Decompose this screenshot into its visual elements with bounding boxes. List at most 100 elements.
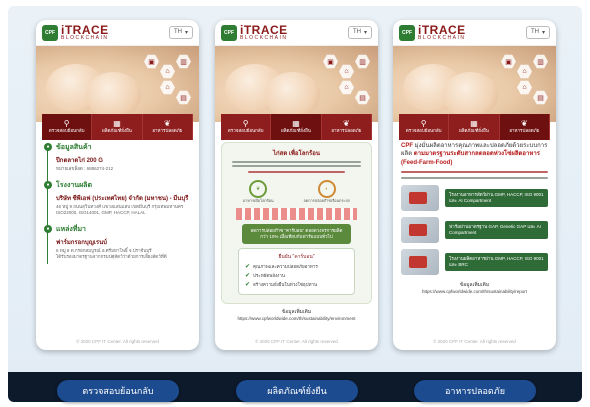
badge-row: ❦ อาหารเพื่อโลกร้อน ◐ ลดการปล่อยก๊าซเรือ… — [228, 177, 365, 204]
brand: iTRACE BLOCKCHAIN — [61, 24, 109, 41]
phone-screen-safety: CPF iTRACE BLOCKCHAIN TH ▾ ▣ ⌂ ▥ ⌂ ▤ ⚲ ต… — [393, 20, 556, 350]
check-label: ประหยัดพลังงาน — [253, 272, 285, 278]
farm-note: ได้รับรองมาตรฐานจากกรมปศุสัตว์ว่าด้วยการ… — [56, 254, 167, 260]
check-item: ✔ คุณภาพและความปลอดภัยอาหาร — [245, 263, 348, 270]
food-plant-text: โรงงานผลิตอาหารผ่าน GMP, HACCP, ISO 9001… — [445, 253, 548, 272]
farm-icon: ⌂ — [339, 64, 354, 79]
checklist: ยืนยัน "คาร์บอน" ✔ คุณภาพและความปลอดภัยอ… — [238, 247, 355, 295]
tab-trace[interactable]: ⚲ ตรวจสอบย้อนกลับ — [221, 114, 272, 140]
brand: iTRACE BLOCKCHAIN — [418, 24, 466, 41]
hero-image: ▣ ⌂ ▥ ⌂ ▤ — [36, 46, 199, 122]
footer: © 2020 CPF IT Center. All rights reserve… — [255, 339, 338, 344]
safety-button[interactable]: อาหารปลอดภัย — [414, 380, 536, 402]
tab-bar: ⚲ ตรวจสอบย้อนกลับ ▦ ผลิตภัณฑ์ยั่งยืน ❦ อ… — [399, 114, 550, 140]
home-icon: ⌂ — [339, 80, 354, 95]
badge-label: ลดการปล่อยก๊าซเรือนกระจก — [303, 199, 351, 203]
tab-sustain[interactable]: ▦ ผลิตภัณฑ์ยั่งยืน — [271, 114, 322, 140]
text-line — [232, 165, 361, 167]
more-info-link[interactable]: https://www.cpfworldwide.com/th/sustaina… — [401, 289, 548, 294]
tab-label: ผลิตภัณฑ์ยั่งยืน — [459, 128, 489, 134]
trace-icon: ⚲ — [420, 118, 427, 128]
phone-screen-trace: CPF iTRACE BLOCKCHAIN TH ▾ ▣ ⌂ ▥ ⌂ ▤ ⚲ ต… — [36, 20, 199, 350]
feed-mill-row: โรงงานอาหารสัตว์ผ่าน GMP, HACCP, ISO 900… — [401, 185, 548, 212]
building-icon: ▥ — [533, 54, 548, 69]
check-item: ✔ ประหยัดพลังงาน — [245, 272, 348, 279]
trace-icon: ⚲ — [63, 118, 70, 128]
footer: © 2020 CPF IT Center. All rights reserve… — [433, 339, 516, 344]
check-label: สร้างความยั่งยืนในห่วงโซ่อุปทาน — [253, 281, 318, 287]
farm-icon: ⌂ — [517, 64, 532, 79]
tab-label: ผลิตภัณฑ์ยั่งยืน — [281, 128, 311, 134]
chicken-image — [443, 72, 498, 118]
cart-icon: ▤ — [533, 90, 548, 105]
feed-mill-text: โรงงานอาหารสัตว์ผ่าน GMP, HACCP, ISO 900… — [445, 189, 548, 208]
tab-sustain[interactable]: ▦ ผลิตภัณฑ์ยั่งยืน — [92, 114, 143, 140]
farm-text: ฟาร์มผ่านมาตรฐาน GAP, Genetic GAP และ AI… — [445, 221, 548, 240]
cpf-logo: CPF — [399, 24, 415, 41]
check-icon: ✔ — [245, 281, 251, 288]
tab-safety[interactable]: ❦ อาหารปลอดภัย — [321, 114, 372, 140]
home-icon: ⌂ — [517, 80, 532, 95]
sustain-content: ไก่สด เพื่อโลกร้อน ❦ อาหารเพื่อโลกร้อน ◐… — [215, 142, 378, 321]
app-header: CPF iTRACE BLOCKCHAIN TH ▾ — [215, 20, 378, 46]
app-header: CPF iTRACE BLOCKCHAIN TH ▾ — [393, 20, 556, 46]
more-info-link[interactable]: https://www.cpfworldwide.com/th/sustaina… — [219, 316, 374, 321]
tab-label: อาหารปลอดภัย — [152, 128, 183, 134]
tab-safety[interactable]: ❦ อาหารปลอดภัย — [142, 114, 193, 140]
farm-row: ฟาร์มผ่านมาตรฐาน GAP, Genetic GAP และ AI… — [401, 217, 548, 244]
check-item: ✔ สร้างความยั่งยืนในห่วงโซ่อุปทาน — [245, 281, 348, 288]
text-line — [401, 177, 548, 180]
card-title: ไก่สด เพื่อโลกร้อน — [273, 151, 320, 157]
brand-subtitle: BLOCKCHAIN — [240, 35, 288, 41]
farm-title: แหล่งที่มา — [56, 226, 86, 234]
more-info: ข้อมูลเพิ่มเติม https://www.cpfworldwide… — [401, 281, 548, 294]
checklist-title: ยืนยัน "คาร์บอน" — [278, 253, 315, 260]
more-info-label: ข้อมูลเพิ่มเติม — [459, 282, 490, 289]
tab-trace[interactable]: ⚲ ตรวจสอบย้อนกลับ — [42, 114, 93, 140]
safety-lead: CPF มุ่งมั่นผลิตอาหารคุณภาพและปลอดภัยด้ว… — [401, 142, 548, 167]
tab-bar: ⚲ ตรวจสอบย้อนกลับ ▦ ผลิตภัณฑ์ยั่งยืน ❦ อ… — [221, 114, 372, 140]
hero-image: ▣ ⌂ ▥ ⌂ ▤ — [215, 46, 378, 122]
factory-name: บริษัท ซีพีเอฟ (ประเทศไทย) จำกัด (มหาชน)… — [56, 196, 189, 203]
language-select[interactable]: TH ▾ — [525, 26, 550, 39]
app-header: CPF iTRACE BLOCKCHAIN TH ▾ — [36, 20, 199, 46]
tab-label: ผลิตภัณฑ์ยั่งยืน — [102, 128, 132, 134]
farm-image — [401, 217, 439, 244]
factory-icon: ▣ — [501, 54, 516, 69]
language-value: TH — [530, 29, 539, 35]
language-select[interactable]: TH ▾ — [168, 26, 193, 39]
cpf-logo: CPF — [221, 24, 237, 41]
product-packs-image — [236, 208, 357, 220]
product-title: ข้อมูลสินค้า — [56, 144, 92, 151]
language-value: TH — [352, 29, 361, 35]
farm-name: ฟาร์มกรอกบุญเรนบ์ — [56, 240, 107, 247]
tab-label: อาหารปลอดภัย — [509, 128, 540, 134]
brand: iTRACE BLOCKCHAIN — [240, 24, 288, 41]
lead-chain: (Feed-Farm-Food) — [401, 159, 453, 166]
factory-icon: ● — [44, 181, 52, 190]
sustain-button[interactable]: ผลิตภัณฑ์ยั่งยืน — [236, 380, 358, 402]
trace-button[interactable]: ตรวจสอบย้อนกลับ — [57, 380, 179, 402]
text-line — [248, 171, 345, 173]
check-label: คุณภาพและความปลอดภัยอาหาร — [253, 263, 318, 269]
factory-section: ● โรงงานผลิต บริษัท ซีพีเอฟ (ประเทศไทย) … — [44, 180, 191, 216]
text-line — [232, 161, 361, 163]
trace-icon: ⚲ — [242, 118, 249, 128]
chicken-image — [265, 72, 320, 118]
feed-mill-image — [401, 185, 439, 212]
building-icon: ▥ — [355, 54, 370, 69]
safety-content: CPF มุ่งมั่นผลิตอาหารคุณภาพและปลอดภัยด้ว… — [393, 142, 556, 294]
farm-section: ● แหล่งที่มา ฟาร์มกรอกบุญเรนบ์ 6 หมู่ 8 … — [44, 224, 191, 260]
cpf-logo: CPF — [42, 24, 58, 41]
building-icon: ▥ — [176, 54, 191, 69]
badge-2: ◐ ลดการปล่อยก๊าซเรือนกระจก — [303, 177, 350, 204]
product-section: ● ข้อมูลสินค้า ปีกตลาดไก่ 200 G หมายเลขล… — [44, 142, 191, 172]
check-icon: ✔ — [245, 263, 251, 270]
brand-subtitle: BLOCKCHAIN — [418, 35, 466, 41]
tab-trace[interactable]: ⚲ ตรวจสอบย้อนกลับ — [399, 114, 450, 140]
phone-screen-sustain: CPF iTRACE BLOCKCHAIN TH ▾ ▣ ⌂ ▥ ⌂ ▤ ⚲ ต… — [215, 20, 378, 350]
check-icon: ✔ — [245, 272, 251, 279]
tab-safety[interactable]: ❦ อาหารปลอดภัย — [499, 114, 550, 140]
language-select[interactable]: TH ▾ — [347, 26, 372, 39]
tab-sustain[interactable]: ▦ ผลิตภัณฑ์ยั่งยืน — [449, 114, 500, 140]
